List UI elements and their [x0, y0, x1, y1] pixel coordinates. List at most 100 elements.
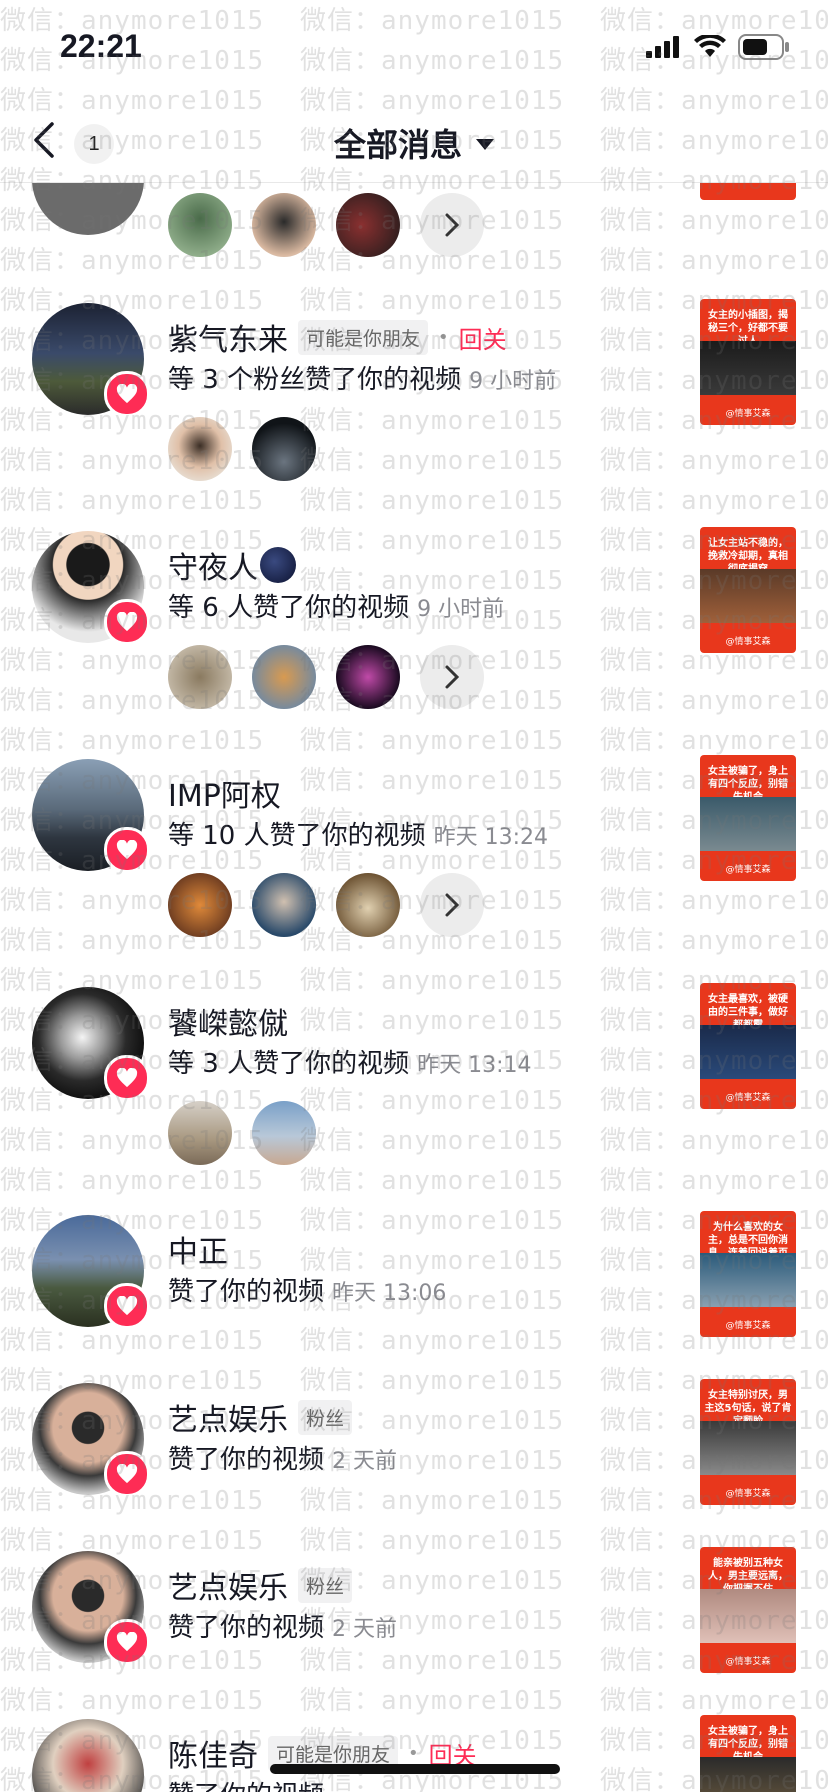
message-text: 等 3 个粉丝赞了你的视频 [168, 365, 462, 395]
user-name[interactable]: 陈佳奇 [168, 1731, 258, 1775]
message-text: 等 6 人赞了你的视频 [168, 593, 410, 623]
notification-text: 赞了你的视频 [168, 1775, 324, 1792]
liker-avatar[interactable] [252, 193, 316, 257]
liker-avatar[interactable] [252, 873, 316, 937]
video-thumbnail[interactable]: 为什么喜欢的女主，总是不回你消息，连着回说着页 @情事艾森 [700, 1211, 796, 1337]
thumbnail-image [700, 1025, 796, 1079]
liker-avatar[interactable] [336, 193, 400, 257]
thumbnail-credit: @情事艾森 [725, 1489, 771, 1499]
liker-avatar[interactable] [168, 193, 232, 257]
user-name[interactable]: 艺点娱乐 [168, 1395, 288, 1439]
message-text: 等 10 人赞了你的视频 [168, 821, 426, 851]
relation-tag: 粉丝 [298, 1399, 353, 1435]
liker-avatar[interactable] [168, 417, 232, 481]
notification-text: 赞了你的视频 2 天前 [168, 1439, 397, 1476]
liker-avatar[interactable] [252, 417, 316, 481]
liker-avatar[interactable] [168, 873, 232, 937]
like-badge [104, 1283, 150, 1329]
follow-back-button[interactable]: 回关 [459, 320, 507, 355]
caret-down-icon [476, 138, 494, 150]
more-likers-button[interactable] [420, 645, 484, 709]
like-badge [104, 1619, 150, 1665]
thumbnail-image [700, 1757, 796, 1792]
timestamp: 昨天 13:14 [417, 1053, 532, 1078]
message-text: 赞了你的视频 [168, 1781, 324, 1792]
timestamp: 9 小时前 [469, 369, 557, 394]
chevron-right-icon [445, 893, 460, 917]
video-thumbnail[interactable]: 能亲被别五种女人，男主要远离，你把握不住 @情事艾森 [700, 1547, 796, 1673]
video-thumbnail[interactable]: 女主被骗了，身上有四个反应，别错失机会 [700, 1715, 796, 1792]
message-text: 赞了你的视频 [168, 1445, 325, 1475]
relation-tag: 粉丝 [298, 1567, 353, 1603]
timestamp: 昨天 13:24 [433, 825, 549, 850]
like-badge [104, 1451, 150, 1497]
video-thumbnail[interactable] [700, 183, 796, 200]
message-text: 等 3 人赞了你的视频 [168, 1049, 410, 1079]
heart-icon [116, 1632, 138, 1652]
user-name[interactable]: 守夜人 [168, 543, 258, 587]
user-name[interactable]: IMP阿权 [168, 771, 281, 815]
thumbnail-image [700, 1589, 796, 1643]
notification-text: 等 10 人赞了你的视频 昨天 13:24 [168, 815, 548, 852]
thumbnail-image [700, 341, 796, 395]
liker-avatar[interactable] [336, 645, 400, 709]
separator-dot: • [438, 326, 449, 348]
user-name[interactable]: 艺点娱乐 [168, 1563, 288, 1607]
liker-avatar[interactable] [168, 1101, 232, 1165]
liker-avatar[interactable] [336, 873, 400, 937]
like-badge [104, 371, 150, 417]
page-title: 全部消息 [333, 126, 462, 164]
notification-list: 紫气东来 可能是你朋友 • 回关 等 3 个粉丝赞了你的视频 9 小时前 女主的小… [0, 183, 828, 1792]
message-text: 赞了你的视频 [168, 1613, 325, 1643]
liker-avatar[interactable] [252, 1101, 316, 1165]
heart-icon [116, 1296, 138, 1316]
liker-avatar[interactable] [252, 645, 316, 709]
chevron-right-icon [445, 213, 460, 237]
status-bar: 22:21 [0, 0, 828, 100]
thumbnail-image [700, 569, 796, 623]
relation-tag: 可能是你朋友 [298, 319, 429, 355]
status-icons [646, 34, 790, 60]
separator-dot: • [408, 1742, 419, 1764]
liker-avatar[interactable] [168, 645, 232, 709]
notification-text: 等 3 个粉丝赞了你的视频 9 小时前 [168, 359, 556, 396]
notification-text: 赞了你的视频 2 天前 [168, 1607, 397, 1644]
like-badge [104, 827, 150, 873]
status-time: 22:21 [60, 28, 142, 64]
video-thumbnail[interactable]: 女主特别讨厌，男主这5句话，说了肯定翻脸 @情事艾森 [700, 1379, 796, 1505]
signal-icon [646, 36, 679, 58]
filter-dropdown[interactable]: 全部消息 [0, 120, 828, 166]
video-thumbnail[interactable]: 女主被骗了，身上有四个反应，别错失机会 @情事艾森 [700, 755, 796, 881]
more-likers-button[interactable] [420, 193, 484, 257]
user-name[interactable]: 中正 [168, 1227, 228, 1271]
thumbnail-credit: @情事艾森 [725, 1093, 771, 1103]
heart-icon [116, 612, 138, 632]
timestamp: 9 小时前 [417, 597, 505, 622]
nav-header: 1 全部消息 [0, 100, 828, 183]
avatar[interactable] [32, 1719, 144, 1792]
user-name[interactable]: 紫气东来 [168, 315, 288, 359]
notification-text: 赞了你的视频 昨天 13:06 [168, 1271, 446, 1308]
video-thumbnail[interactable]: 女主最喜欢，被硬由的三件事，做好都都露 @情事艾森 [700, 983, 796, 1109]
thumbnail-image [700, 797, 796, 851]
chevron-right-icon [445, 665, 460, 689]
more-likers-button[interactable] [420, 873, 484, 937]
wifi-icon [694, 35, 726, 57]
thumbnail-credit: @情事艾森 [725, 409, 771, 419]
heart-icon [116, 1464, 138, 1484]
thumbnail-credit: @情事艾森 [725, 1321, 771, 1331]
thumbnail-image [700, 1253, 796, 1307]
thumbnail-image [700, 1421, 796, 1475]
thumbnail-credit: @情事艾森 [725, 637, 771, 647]
avatar[interactable] [32, 183, 144, 235]
video-thumbnail[interactable]: 让女主站不稳的，挽救冷却期，真相彻底揭穿 @情事艾森 [700, 527, 796, 653]
heart-icon [116, 840, 138, 860]
battery-icon [738, 34, 789, 60]
heart-icon [116, 384, 138, 404]
heart-icon [116, 1068, 138, 1088]
video-thumbnail[interactable]: 女主的小插图，揭秘三个，好都不要过人 @情事艾森 [700, 299, 796, 425]
user-name[interactable]: 饕嵥懿僦 [168, 999, 288, 1043]
message-text: 赞了你的视频 [168, 1277, 325, 1307]
timestamp: 2 天前 [332, 1449, 398, 1474]
moon-emoji-icon [260, 547, 296, 583]
